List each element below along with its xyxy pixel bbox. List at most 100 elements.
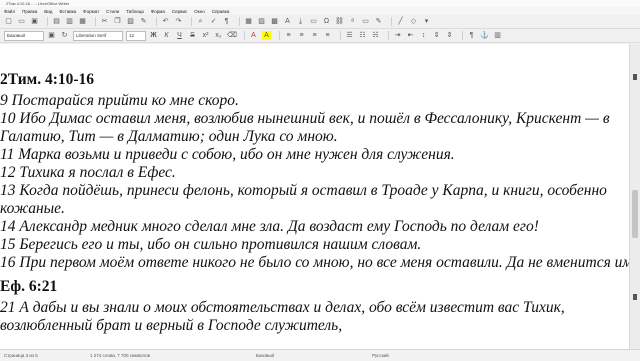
verse-line: 10 Ибо Димас оставил меня, возлюбив ныне… [0,110,610,127]
print-icon[interactable]: ▥ [65,17,74,26]
toolbar-separator [279,31,280,40]
menu-form[interactable]: Форма [151,9,165,14]
menu-file[interactable]: Файл [4,9,15,14]
line-spacing-icon[interactable]: ↕ [419,31,428,40]
paragraph-settings-icon[interactable]: ¶ [467,31,476,40]
cut-icon[interactable]: ✂ [100,17,109,26]
basic-shapes-icon[interactable]: ◇ [409,17,418,26]
para-spacing-decrease-icon[interactable]: ⇕ [445,31,454,40]
anchor-icon[interactable]: ⚓ [480,31,489,40]
verse-line: Галатию, Тит — в Далматию; один Лука со … [0,128,338,145]
menu-format[interactable]: Формат [83,9,99,14]
font-size-select[interactable]: 12 [126,30,146,41]
toolbar-separator [191,17,192,26]
bold-icon[interactable]: Ж [149,31,158,40]
menu-styles[interactable]: Стили [106,9,119,14]
track-changes-icon[interactable]: ✎ [374,17,383,26]
insert-table-icon[interactable]: ▦ [244,17,253,26]
scroll-marker [633,294,637,300]
vertical-scrollbar[interactable] [629,44,640,349]
toolbar-separator [391,17,392,26]
verse-line: 9 Постарайся прийти ко мне скоро. [0,92,239,109]
verse-line: 21 А дабы и вы знали о моих обстоятельст… [0,299,565,316]
comment-icon[interactable]: ▭ [361,17,370,26]
export-pdf-icon[interactable]: ▤ [52,17,61,26]
spelling-icon[interactable]: ✓ [209,17,218,26]
verse-line: 14 Александр медник много сделал мне зла… [0,218,539,235]
insert-page-break-icon[interactable]: ⤓ [296,17,305,26]
toolbar-separator [244,31,245,40]
verse-line: 12 Тихика я послал в Ефес. [0,164,176,181]
superscript-icon[interactable]: x² [201,31,210,40]
update-style-icon[interactable]: ↻ [60,31,69,40]
window-title: 2Тим 4:10-16 ... - LibreOffice Writer [6,1,70,6]
italic-icon[interactable]: К [162,31,171,40]
shapes-dropdown-icon[interactable]: ▾ [422,17,431,26]
increase-indent-icon[interactable]: ⇥ [393,31,402,40]
insert-textbox-icon[interactable]: A [283,17,292,26]
page-style[interactable]: Базовый [256,353,274,358]
menu-window[interactable]: Окно [194,9,204,14]
insert-chart-icon[interactable]: ▩ [270,17,279,26]
formatting-marks-icon[interactable]: ¶ [222,17,231,26]
special-character-icon[interactable]: Ω [322,17,331,26]
new-document-icon[interactable]: ▢ [4,17,13,26]
font-color-icon[interactable]: A [249,31,258,40]
strikethrough-icon[interactable]: S [188,31,197,40]
insert-field-icon[interactable]: ▭ [309,17,318,26]
wrap-icon[interactable]: ▥ [493,31,502,40]
paragraph-style-select[interactable]: Базовый [4,30,44,41]
footnote-icon[interactable]: ᵃ [348,17,357,26]
scrollbar-thumb[interactable] [632,190,638,238]
status-bar: Страница 3 из 5 1 274 слова, 7 700 симво… [0,349,640,361]
new-style-icon[interactable]: ▣ [47,31,56,40]
verse-line: 13 Когда пойдёшь, принеси фелонь, которы… [0,182,607,199]
clone-format-icon[interactable]: ✎ [139,17,148,26]
menu-insert[interactable]: Вставка [59,9,76,14]
justify-icon[interactable]: ≡ [323,31,332,40]
numbering-icon[interactable]: ☷ [358,31,367,40]
align-center-icon[interactable]: ≡ [297,31,306,40]
print-preview-icon[interactable]: ▦ [78,17,87,26]
verse-line: 15 Берегись его и ты, ибо он сильно прот… [0,236,422,253]
decrease-indent-icon[interactable]: ⇤ [406,31,415,40]
copy-icon[interactable]: ❐ [113,17,122,26]
save-icon[interactable]: ▣ [30,17,39,26]
subscript-icon[interactable]: x₂ [214,31,223,40]
paste-icon[interactable]: ▧ [126,17,135,26]
toolbar-separator [388,31,389,40]
align-right-icon[interactable]: ≡ [310,31,319,40]
insert-image-icon[interactable]: ▨ [257,17,266,26]
menu-view[interactable]: Вид [44,9,52,14]
section-heading: Еф. 6:21 [0,278,58,295]
verse-line: возлюбленный брат и верный в Господе слу… [0,317,343,334]
undo-icon[interactable]: ↶ [161,17,170,26]
language[interactable]: Русский [372,353,389,358]
clear-formatting-icon[interactable]: ⌫ [227,31,237,40]
toolbar-separator [462,31,463,40]
word-count[interactable]: 1 274 слова, 7 700 символов [90,353,150,358]
toolbar-separator [47,17,48,26]
formatting-toolbar: Базовый ▣ ↻ Liberation Serif 12 Ж К Ч S … [0,29,640,43]
redo-icon[interactable]: ↷ [174,17,183,26]
menu-help[interactable]: Справка [212,9,230,14]
open-icon[interactable]: ▭ [17,17,26,26]
hyperlink-icon[interactable]: ⛓ [335,17,344,26]
line-icon[interactable]: ╱ [396,17,405,26]
find-replace-icon[interactable]: ⌕ [196,17,205,26]
outline-icon[interactable]: ☵ [371,31,380,40]
menu-table[interactable]: Таблица [126,9,144,14]
document-page[interactable]: 2Тим. 4:10-16 9 Постарайся прийти ко мне… [0,44,629,349]
highlight-icon[interactable]: A [262,31,271,40]
menu-tools[interactable]: Сервис [172,9,187,14]
font-name-select[interactable]: Liberation Serif [73,30,123,41]
title-bar: 2Тим 4:10-16 ... - LibreOffice Writer [0,0,640,7]
align-left-icon[interactable]: ≡ [284,31,293,40]
page-count[interactable]: Страница 3 из 5 [4,353,38,358]
paragraph-spacing-icon[interactable]: ⇕ [432,31,441,40]
bullets-icon[interactable]: ☰ [345,31,354,40]
verse-line: 11 Марка возьми и приведи с собою, ибо о… [0,146,455,163]
toolbar-separator [156,17,157,26]
underline-icon[interactable]: Ч [175,31,184,40]
menu-edit[interactable]: Правка [22,9,37,14]
